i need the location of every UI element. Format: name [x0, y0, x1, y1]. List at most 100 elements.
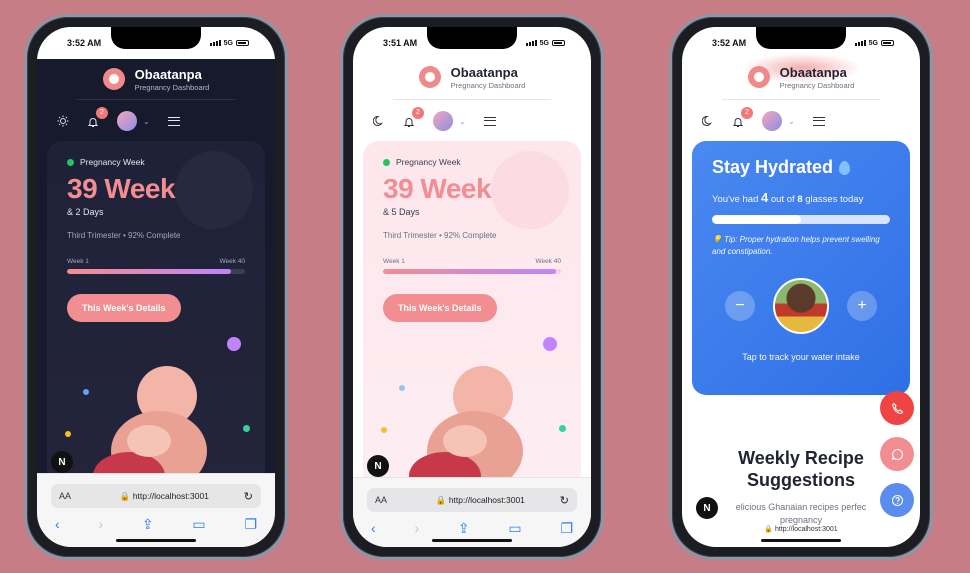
hydration-card: Stay Hydrated You've had 4 out of 8 glas… [692, 141, 910, 395]
app-header: Obaatanpa Pregnancy Dashboard [353, 57, 591, 97]
pregnancy-week-card: Pregnancy Week 39 Weeks & 2 Days Third T… [47, 141, 265, 501]
menu-icon[interactable] [167, 116, 180, 126]
chat-icon [891, 448, 903, 460]
forward-icon[interactable]: › [98, 516, 103, 533]
forward-icon[interactable]: › [414, 520, 419, 537]
header-divider [393, 99, 551, 100]
reader-button[interactable]: AA [375, 495, 401, 505]
count-prefix: You've had [712, 194, 762, 205]
app-header: Obaatanpa Pregnancy Dashboard [682, 57, 920, 97]
home-indicator [761, 539, 841, 542]
progress-start: Week 1 [67, 258, 89, 265]
status-signal: 5G [854, 39, 894, 47]
notifications-button[interactable]: 2 [403, 107, 424, 127]
hydration-title-text: Stay Hydrated [712, 157, 834, 177]
network-label: 5G [539, 39, 549, 47]
profile-menu[interactable]: ⌄ [433, 111, 466, 131]
help-button[interactable] [880, 483, 914, 517]
url-compact[interactable]: 🔒 http://localhost:3001 [682, 525, 920, 533]
notifications-button[interactable]: 2 [87, 107, 108, 127]
notifications-button[interactable]: 2 [732, 107, 753, 127]
profile-menu[interactable]: ⌄ [117, 111, 150, 131]
progress-fill [67, 269, 231, 274]
tabs-icon[interactable]: ❐ [244, 516, 257, 533]
chat-button[interactable] [880, 437, 914, 471]
logo-icon [102, 68, 125, 90]
notch [427, 27, 517, 49]
url-bar[interactable]: AA 🔒 http://localhost:3001 ↻ [367, 488, 577, 512]
increase-water-button[interactable]: + [847, 291, 877, 321]
status-dot [67, 158, 74, 166]
week-details-button[interactable]: This Week's Details [67, 294, 181, 322]
avatar [117, 111, 137, 131]
bubble [227, 337, 241, 351]
notification-badge: 2 [412, 107, 424, 119]
decrease-water-button[interactable]: − [725, 291, 755, 321]
moon-icon[interactable] [702, 115, 714, 127]
progress-end: Week 40 [535, 258, 561, 265]
app-subtitle: Pregnancy Dashboard [134, 82, 210, 92]
url-bar[interactable]: AA 🔒 http://localhost:3001 ↻ [51, 484, 261, 508]
screen: 3:52 AM 5G Obaatanpa Pregnancy Dashboard… [37, 27, 275, 547]
dev-indicator-button[interactable]: N [367, 455, 389, 477]
call-button[interactable] [880, 391, 914, 425]
hydration-controls: − + [712, 278, 890, 334]
header-divider [722, 99, 880, 100]
count-mid: out of [768, 194, 798, 205]
app-subtitle: Pregnancy Dashboard [450, 80, 526, 90]
reload-icon[interactable]: ↻ [244, 490, 253, 503]
safari-bar: AA 🔒 http://localhost:3001 ↻ ‹ › ⇪ ▭ ❐ [37, 473, 275, 547]
profile-menu[interactable]: ⌄ [762, 111, 795, 131]
book-icon[interactable]: ▭ [508, 520, 521, 537]
url-value: http://localhost:3001 [132, 490, 209, 501]
toolbar: 2 ⌄ [682, 107, 920, 135]
logo-icon [418, 66, 441, 88]
week-details-button[interactable]: This Week's Details [383, 294, 497, 322]
menu-icon[interactable] [812, 116, 825, 126]
app-name: Obaatanpa [450, 64, 518, 80]
status-signal: 5G [525, 39, 565, 47]
url-value: http://localhost:3001 [775, 526, 838, 533]
bell-icon [87, 118, 99, 127]
progress-bar [67, 269, 245, 274]
app-name: Obaatanpa [779, 64, 847, 80]
share-icon[interactable]: ⇪ [458, 520, 470, 537]
moon-icon[interactable] [373, 115, 385, 127]
progress-labels: Week 1 Week 40 [383, 258, 561, 265]
home-indicator [116, 539, 196, 542]
battery-icon [881, 40, 894, 46]
signal-icon [209, 40, 221, 46]
safari-bar: AA 🔒 http://localhost:3001 ↻ ‹ › ⇪ ▭ ❐ [353, 477, 591, 547]
count-suffix: glasses today [802, 194, 864, 205]
water-drop-icon [839, 160, 851, 175]
status-time: 3:52 AM [712, 38, 747, 48]
menu-icon[interactable] [483, 116, 496, 126]
url-text: 🔒 http://localhost:3001 [85, 491, 244, 502]
reader-button[interactable]: AA [59, 491, 85, 501]
avatar [762, 111, 782, 131]
dev-indicator-button[interactable]: N [51, 451, 73, 473]
progress-fill [383, 269, 556, 274]
progress-end: Week 40 [219, 258, 245, 265]
phone-hydration-screen: 3:52 AM 5G Obaatanpa Pregnancy Dashboard… [669, 14, 933, 560]
tabs-icon[interactable]: ❐ [560, 520, 573, 537]
bubble [83, 389, 89, 395]
back-icon[interactable]: ‹ [371, 520, 376, 537]
home-indicator [432, 539, 512, 542]
decorative-circle [175, 151, 253, 229]
user-photo[interactable] [773, 278, 829, 334]
back-icon[interactable]: ‹ [55, 516, 60, 533]
url-value: http://localhost:3001 [448, 494, 525, 505]
phone-icon [891, 402, 903, 414]
book-icon[interactable]: ▭ [192, 516, 205, 533]
dev-indicator-button[interactable]: N [696, 497, 718, 519]
reload-icon[interactable]: ↻ [560, 494, 569, 507]
phone-light-dashboard: 3:51 AM 5G Obaatanpa Pregnancy Dashboard… [340, 14, 604, 560]
sun-icon[interactable] [57, 115, 69, 127]
bell-icon [403, 118, 415, 127]
progress-bar [383, 269, 561, 274]
hydration-progress [712, 215, 890, 224]
chevron-down-icon: ⌄ [459, 116, 466, 126]
share-icon[interactable]: ⇪ [142, 516, 154, 533]
network-label: 5G [868, 39, 878, 47]
